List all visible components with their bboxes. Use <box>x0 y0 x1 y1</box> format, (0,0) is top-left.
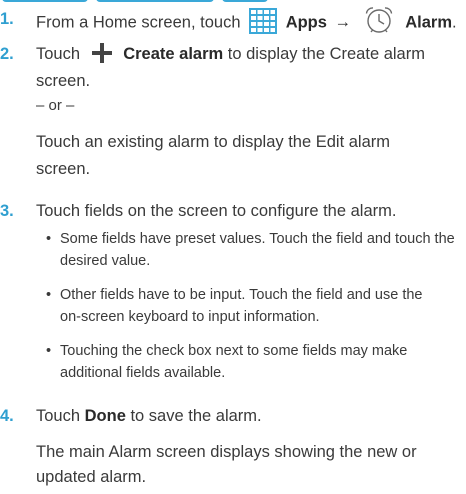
result-line-2: updated alarm. <box>36 468 147 486</box>
arrow-glyph: → <box>334 13 352 32</box>
step-number: 4. <box>0 407 14 425</box>
step-number: 3. <box>0 202 14 220</box>
bullet-item: • Other fields have to be input. Touch t… <box>46 287 423 325</box>
step-number: 2. <box>0 45 14 63</box>
alarm-label: Alarm <box>405 13 452 32</box>
step-text-line2: screen. <box>36 72 91 90</box>
step-4: 4. Touch Done to save the alarm. <box>0 405 466 431</box>
alt-line-2: screen. <box>36 160 91 178</box>
bullet-item: • Some fields have preset values. Touch … <box>46 231 455 269</box>
alternative-instruction: Touch an existing alarm to display the E… <box>36 131 456 185</box>
step-text: From a Home screen, touch <box>36 13 241 32</box>
step-number: 1. <box>0 10 14 28</box>
alt-line-1: Touch an existing alarm to display the E… <box>36 133 391 151</box>
bullet-list: • Some fields have preset values. Touch … <box>46 229 456 389</box>
step-1: 1. From a Home screen, touch Apps → Alar… <box>0 5 466 35</box>
or-separator: – or – <box>36 97 75 114</box>
plus-icon <box>91 42 113 64</box>
alarm-clock-icon <box>363 5 395 35</box>
step-text: Touch <box>36 45 81 63</box>
step-3: 3. Touch fields on the screen to configu… <box>0 200 466 226</box>
result-description: The main Alarm screen displays showing t… <box>36 441 456 491</box>
previous-page-text-fragment <box>0 0 466 3</box>
create-alarm-label: Create alarm <box>123 45 224 63</box>
apps-grid-icon <box>249 8 278 34</box>
apps-label: Apps <box>285 13 327 32</box>
step-text-post: to save the alarm. <box>125 407 262 425</box>
step-text: Touch fields on the screen to configure … <box>36 202 397 220</box>
result-line-1: The main Alarm screen displays showing t… <box>36 443 417 461</box>
done-label: Done <box>84 407 126 425</box>
step-text-post: to display the Create alarm <box>223 45 425 63</box>
step-text: Touch <box>36 407 81 425</box>
step-text-end: . <box>452 13 457 32</box>
step-2: 2. Touch Create alarm to display the Cre… <box>0 40 466 90</box>
bullet-item: • Touching the check box next to some fi… <box>46 343 408 381</box>
